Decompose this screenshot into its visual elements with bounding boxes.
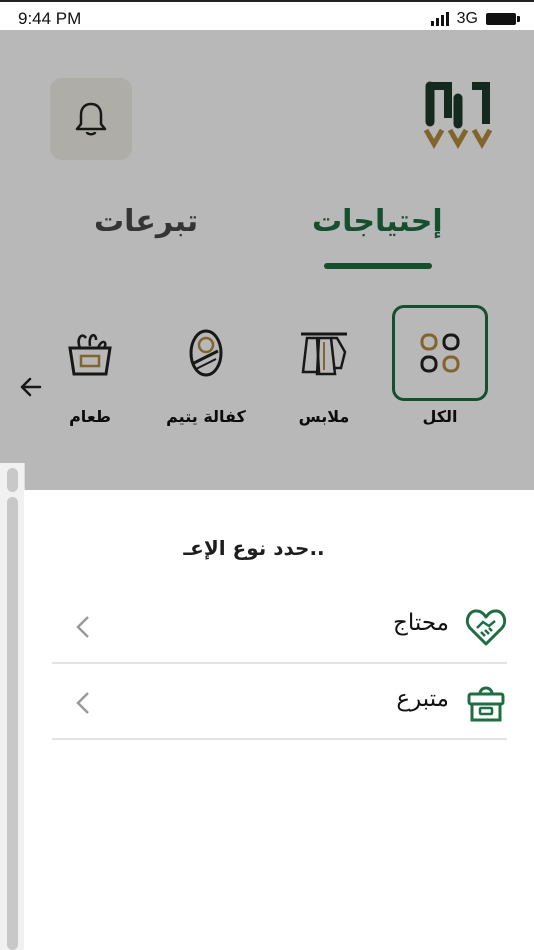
option-needy[interactable]: محتاج bbox=[52, 590, 507, 664]
category-label: ملابس bbox=[298, 407, 350, 426]
main-tabs: إحتياجات تبرعات bbox=[0, 200, 534, 270]
option-label: متبرع bbox=[396, 686, 449, 712]
chevron-left-icon bbox=[76, 616, 89, 638]
app-screen: إحتياجات تبرعات الكل ملابس كفالة يتيم طع… bbox=[0, 30, 534, 490]
chevron-left-icon bbox=[76, 692, 89, 714]
category-clothes-box bbox=[276, 305, 372, 401]
clothes-rack-icon bbox=[301, 332, 347, 376]
option-label: محتاج bbox=[393, 610, 449, 636]
category-label: الكل bbox=[422, 407, 458, 426]
category-label: طعام bbox=[69, 407, 111, 426]
category-clothes[interactable]: ملابس bbox=[274, 305, 374, 426]
account-type-sheet: حدد نوع الإعـ.. محتاج متبرع bbox=[24, 490, 534, 950]
category-orphan-box bbox=[158, 305, 254, 401]
scrollbar-thumb-top[interactable] bbox=[7, 468, 18, 492]
scrollbar-thumb[interactable] bbox=[7, 497, 18, 950]
grid-icon bbox=[420, 333, 460, 373]
tab-needs[interactable]: إحتياجات bbox=[312, 204, 443, 239]
category-orphan[interactable]: كفالة يتيم bbox=[156, 305, 256, 426]
bell-icon bbox=[75, 102, 107, 136]
active-tab-indicator bbox=[324, 263, 432, 269]
network-type: 3G bbox=[456, 10, 478, 27]
option-donor[interactable]: متبرع bbox=[52, 666, 507, 740]
donation-box-icon bbox=[467, 686, 505, 722]
battery-icon bbox=[486, 13, 520, 25]
notifications-button[interactable] bbox=[50, 78, 132, 160]
grocery-basket-icon bbox=[68, 333, 112, 376]
status-indicators: 3G bbox=[430, 10, 520, 28]
heart-handshake-icon bbox=[465, 609, 507, 646]
category-food-box bbox=[42, 305, 138, 401]
baby-icon bbox=[189, 329, 223, 377]
tab-donations[interactable]: تبرعات bbox=[94, 204, 198, 239]
arrow-left-icon[interactable] bbox=[18, 375, 44, 399]
category-label: كفالة يتيم bbox=[166, 407, 246, 426]
status-time: 9:44 PM bbox=[18, 9, 82, 28]
status-bar: 9:44 PM 3G bbox=[0, 0, 534, 30]
category-food[interactable]: طعام bbox=[40, 305, 140, 426]
category-list: الكل ملابس كفالة يتيم طعام bbox=[0, 305, 534, 445]
sheet-title: حدد نوع الإعـ.. bbox=[183, 536, 325, 560]
signal-icon bbox=[430, 12, 449, 26]
jood-logo-icon bbox=[423, 81, 492, 150]
category-all-box bbox=[392, 305, 488, 401]
category-all[interactable]: الكل bbox=[390, 305, 490, 426]
